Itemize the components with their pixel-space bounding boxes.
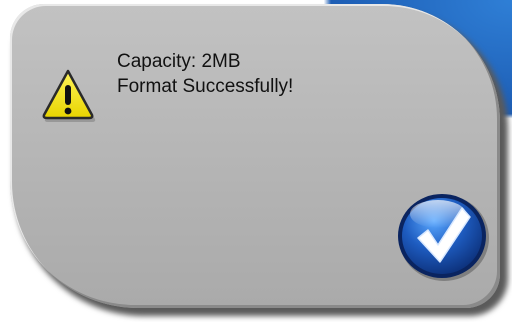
capacity-text: Capacity: 2MB	[117, 51, 241, 72]
status-text: Format Successfully!	[117, 76, 294, 97]
screen: Capacity: 2MB Format Successfully!	[0, 0, 512, 322]
warning-triangle-icon	[42, 69, 96, 122]
confirm-button[interactable]	[394, 190, 492, 284]
dialog-message: Capacity: 2MB Format Successfully!	[117, 49, 293, 99]
